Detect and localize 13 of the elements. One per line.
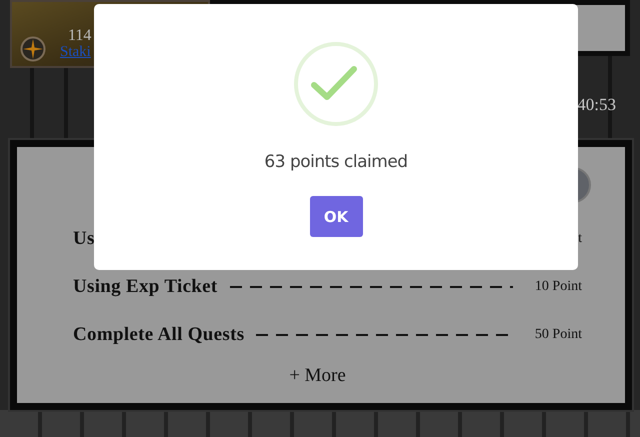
countdown-timer: 40:53 <box>577 95 616 115</box>
reward-points: t <box>578 231 582 247</box>
ok-button[interactable]: OK <box>310 196 362 237</box>
reward-points: 50 Point <box>534 327 582 343</box>
reward-points: 10 Point <box>534 279 582 295</box>
more-link[interactable]: + More <box>289 365 346 387</box>
level-number: 114 <box>68 28 92 44</box>
check-icon <box>294 42 378 126</box>
dialog-message: 63 points claimed <box>264 152 408 172</box>
reward-label: Complete All Quests <box>73 324 244 346</box>
compass-icon <box>20 36 46 62</box>
reward-label: Using Exp Ticket <box>73 276 218 298</box>
reward-label: Us <box>73 228 95 250</box>
